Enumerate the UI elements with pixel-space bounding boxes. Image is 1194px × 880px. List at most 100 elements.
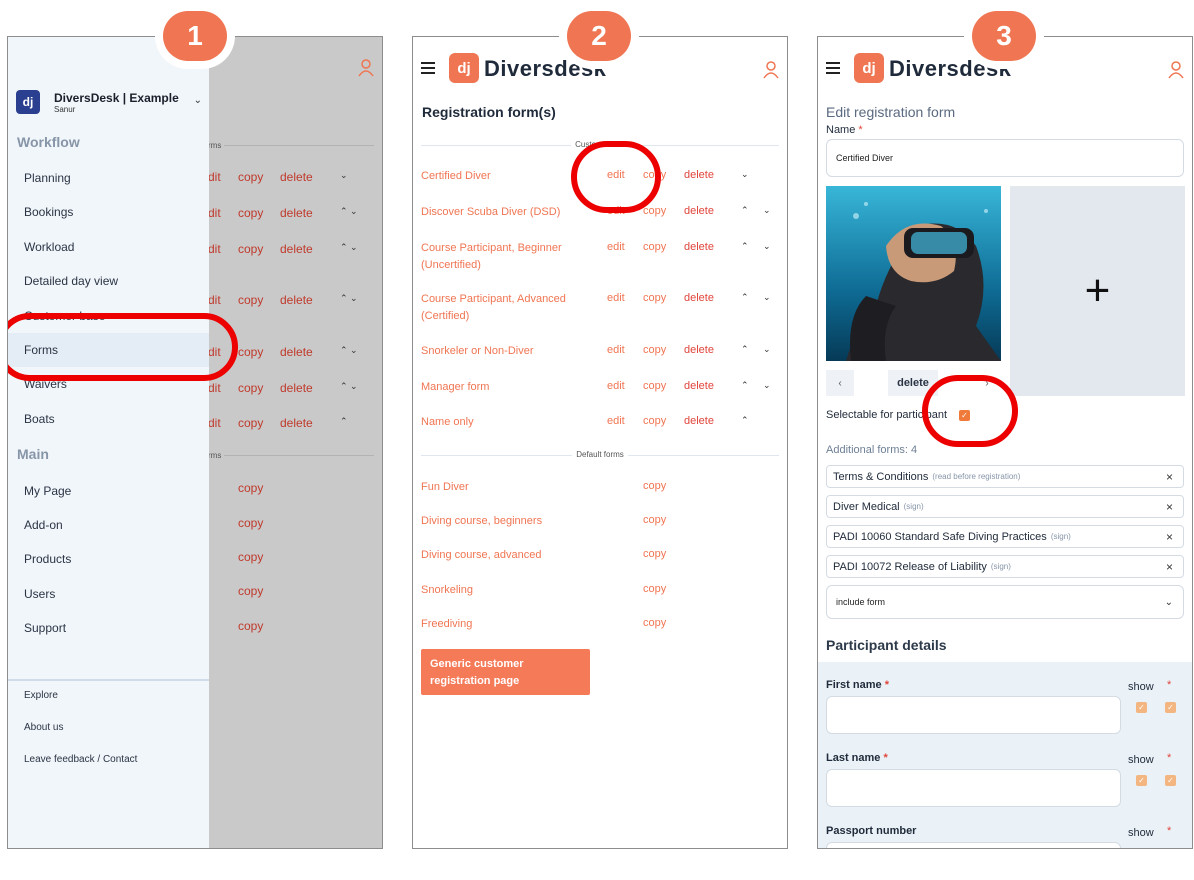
edit-link[interactable]: edit <box>607 169 625 181</box>
delete-link[interactable]: delete <box>684 380 714 392</box>
passport-number-input[interactable] <box>826 842 1121 848</box>
delete-link[interactable]: delete <box>684 344 714 356</box>
delete-image-button[interactable]: delete <box>888 370 938 396</box>
nav-item-add-on[interactable]: Add-on <box>8 508 209 542</box>
generic-registration-button[interactable]: Generic customer registration page <box>421 649 590 695</box>
copy-link[interactable]: copy <box>643 548 666 560</box>
edit-link[interactable]: edit <box>607 241 625 253</box>
copy-link[interactable]: copy <box>643 241 666 253</box>
nav-item-products[interactable]: Products <box>8 542 209 576</box>
additional-form-tag: Terms & Conditions (read before registrat… <box>826 465 1184 488</box>
copy-link[interactable]: copy <box>643 480 666 492</box>
bg-separator: rms <box>208 451 374 460</box>
copy-link[interactable]: copy <box>643 415 666 427</box>
move-up-icon[interactable]: ⌃ <box>741 380 749 391</box>
show-checkbox[interactable]: ✓ <box>1136 775 1147 786</box>
first-name-input[interactable] <box>826 696 1121 734</box>
name-input[interactable]: Certified Diver <box>826 139 1184 177</box>
chevron-right-icon[interactable]: › <box>973 370 1001 396</box>
nav-item-waivers[interactable]: Waivers <box>8 367 209 401</box>
move-down-icon[interactable]: ⌄ <box>763 344 771 355</box>
close-icon[interactable]: × <box>1166 560 1173 574</box>
form-name[interactable]: Certified Diver <box>421 168 581 185</box>
form-name[interactable]: Diving course, beginners <box>421 513 581 530</box>
copy-link[interactable]: copy <box>643 583 666 595</box>
edit-link[interactable]: edit <box>607 380 625 392</box>
show-checkbox[interactable]: ✓ <box>1136 702 1147 713</box>
delete-link[interactable]: delete <box>684 292 714 304</box>
copy-link[interactable]: copy <box>643 380 666 392</box>
delete-link[interactable]: delete <box>684 415 714 427</box>
footer-feedback-contact[interactable]: Leave feedback / Contact <box>24 754 137 765</box>
user-icon[interactable] <box>763 61 779 79</box>
nav-item-detailed-day-view[interactable]: Detailed day view <box>8 264 209 298</box>
nav-item-workload[interactable]: Workload <box>8 230 209 264</box>
move-down-icon[interactable]: ⌄ <box>741 169 749 180</box>
additional-forms-label: Additional forms: 4 <box>826 444 918 456</box>
chevron-down-icon[interactable]: ⌄ <box>194 95 202 106</box>
nav-item-users[interactable]: Users <box>8 577 209 611</box>
user-icon[interactable] <box>1168 61 1184 79</box>
move-down-icon[interactable]: ⌄ <box>763 292 771 303</box>
move-up-icon[interactable]: ⌃ <box>741 415 749 426</box>
copy-link[interactable]: copy <box>643 344 666 356</box>
last-name-input[interactable] <box>826 769 1121 807</box>
form-name[interactable]: Name only <box>421 414 581 431</box>
required-checkbox[interactable]: ✓ <box>1165 775 1176 786</box>
form-name[interactable]: Snorkeling <box>421 582 581 599</box>
nav-item-planning[interactable]: Planning <box>8 161 209 195</box>
copy-link[interactable]: copy <box>643 514 666 526</box>
move-down-icon[interactable]: ⌄ <box>763 380 771 391</box>
chevron-left-icon[interactable]: ‹ <box>826 370 854 396</box>
move-up-icon[interactable]: ⌃ <box>741 205 749 216</box>
nav-item-support[interactable]: Support <box>8 611 209 645</box>
form-name[interactable]: Course Participant, Advanced (Certified) <box>421 291 581 325</box>
footer-explore[interactable]: Explore <box>24 690 58 701</box>
edit-link[interactable]: edit <box>607 344 625 356</box>
edit-link[interactable]: edit <box>607 292 625 304</box>
menu-icon[interactable] <box>826 62 840 74</box>
form-name[interactable]: Course Participant, Beginner (Uncertifie… <box>421 240 581 274</box>
form-name[interactable]: Manager form <box>421 379 581 396</box>
form-name[interactable]: Discover Scuba Diver (DSD) <box>421 204 581 221</box>
delete-link[interactable]: delete <box>684 169 714 181</box>
required-mark: * <box>1167 752 1172 764</box>
move-down-icon[interactable]: ⌄ <box>763 241 771 252</box>
nav-item-my-page[interactable]: My Page <box>8 474 209 508</box>
form-name[interactable]: Freediving <box>421 616 581 633</box>
panel-forms-list: dj Diversdesk Registration form(s) Custo… <box>412 36 788 849</box>
delete-link[interactable]: delete <box>684 205 714 217</box>
copy-link[interactable]: copy <box>643 292 666 304</box>
copy-link[interactable]: copy <box>643 205 666 217</box>
form-name[interactable]: Diving course, advanced <box>421 547 581 564</box>
nav-item-customer-base[interactable]: Customer base <box>8 299 209 333</box>
include-form-select[interactable]: include form ⌄ <box>826 585 1184 619</box>
add-image-button[interactable]: + <box>1010 186 1185 396</box>
move-down-icon[interactable]: ⌄ <box>763 205 771 216</box>
field-label: First name * <box>826 679 889 691</box>
required-checkbox[interactable]: ✓ <box>1165 702 1176 713</box>
copy-link[interactable]: copy <box>643 169 666 181</box>
edit-link[interactable]: edit <box>607 205 625 217</box>
section-main: Main <box>17 446 49 462</box>
form-name[interactable]: Fun Diver <box>421 479 581 496</box>
org-switcher[interactable]: dj DiversDesk | Example Sanur ⌄ <box>16 85 206 119</box>
copy-link[interactable]: copy <box>643 617 666 629</box>
close-icon[interactable]: × <box>1166 470 1173 484</box>
selectable-checkbox[interactable]: ✓ <box>959 410 970 421</box>
edit-link[interactable]: edit <box>607 415 625 427</box>
delete-link[interactable]: delete <box>684 241 714 253</box>
move-up-icon[interactable]: ⌃ <box>741 344 749 355</box>
nav-item-forms[interactable]: Forms <box>8 333 209 367</box>
user-icon[interactable] <box>358 59 374 77</box>
form-name[interactable]: Snorkeler or Non-Diver <box>421 343 581 360</box>
menu-icon[interactable] <box>421 62 435 74</box>
close-icon[interactable]: × <box>1166 530 1173 544</box>
close-icon[interactable]: × <box>1166 500 1173 514</box>
nav-item-boats[interactable]: Boats <box>8 402 209 436</box>
move-up-icon[interactable]: ⌃ <box>741 292 749 303</box>
nav-item-bookings[interactable]: Bookings <box>8 195 209 229</box>
footer-about-us[interactable]: About us <box>24 722 63 733</box>
required-mark: * <box>1167 825 1172 837</box>
move-up-icon[interactable]: ⌃ <box>741 241 749 252</box>
